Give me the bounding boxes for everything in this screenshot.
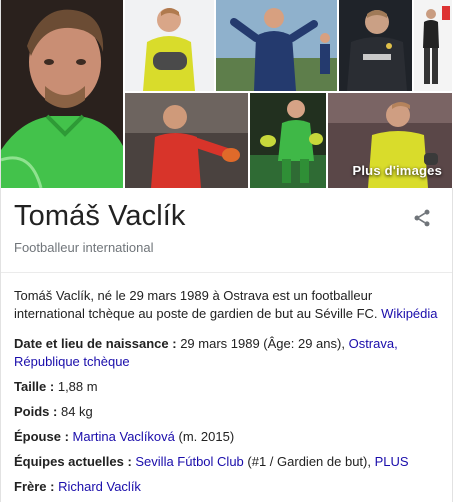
fact-teams: Équipes actuelles : Sevilla Fútbol Club …: [14, 454, 409, 469]
fact-value: (m. 2015): [178, 429, 235, 444]
fact-label: Poids: [14, 404, 50, 419]
description: Tomáš Vaclík, né le 29 mars 1989 à Ostra…: [14, 287, 444, 323]
panel-body: Tomáš Vaclík, né le 29 mars 1989 à Ostra…: [14, 287, 444, 502]
fact-value: 84 kg: [60, 404, 93, 419]
team-link[interactable]: Sevilla Fútbol Club: [135, 454, 243, 469]
page-title: Tomáš Vaclík: [14, 200, 186, 232]
brother-link[interactable]: Richard Vaclík: [58, 479, 141, 494]
fact-label: Frère: [14, 479, 47, 494]
gallery-image-4[interactable]: [414, 0, 452, 91]
fact-spouse: Épouse : Martina Vaclíková (m. 2015): [14, 429, 235, 444]
share-icon: [414, 209, 430, 227]
keeper-green-illustration: [125, 0, 214, 91]
fact-birth: Date et lieu de naissance : 29 mars 1989…: [14, 336, 398, 369]
keeper-black-kit-illustration: [339, 0, 412, 91]
gallery-image-1[interactable]: [125, 0, 214, 91]
gallery-image-2[interactable]: [216, 0, 337, 91]
fact-label: Date et lieu de naissance: [14, 336, 169, 351]
portrait-illustration: [1, 0, 123, 188]
birthplace-city-link[interactable]: Ostrava,: [349, 336, 398, 351]
fact-height: Taille : 1,88 m: [14, 379, 98, 394]
fact-weight: Poids : 84 kg: [14, 404, 93, 419]
keeper-celebrating-illustration: [216, 0, 337, 91]
gallery-image-3[interactable]: [339, 0, 412, 91]
spouse-link[interactable]: Martina Vaclíková: [73, 429, 175, 444]
fact-label: Épouse: [14, 429, 61, 444]
fact-label: Taille: [14, 379, 47, 394]
gallery-image-6[interactable]: [250, 93, 326, 188]
birthplace-country-link[interactable]: République tchèque: [14, 354, 130, 369]
fact-label: Équipes actuelles: [14, 454, 124, 469]
fact-value: 1,88 m: [57, 379, 98, 394]
image-collage: Plus d'images: [1, 0, 453, 188]
gallery-image-7[interactable]: Plus d'images: [328, 93, 452, 188]
more-images-link[interactable]: Plus d'images: [353, 163, 443, 178]
keeper-standing-illustration: [414, 0, 452, 91]
panel-header: Tomáš Vaclík Footballeur international: [1, 188, 452, 273]
subtitle: Footballeur international: [14, 240, 154, 255]
wikipedia-link[interactable]: Wikipédia: [381, 306, 437, 321]
knowledge-panel: Plus d'images Tomáš Vaclík Footballeur i…: [0, 0, 453, 502]
fact-value: (#1 / Gardien de but),: [247, 454, 371, 469]
keeper-red-kit-illustration: [125, 93, 248, 188]
more-teams-link[interactable]: PLUS: [375, 454, 409, 469]
fact-value: 29 mars 1989 (Âge: 29 ans),: [180, 336, 345, 351]
keeper-green-pitch-illustration: [250, 93, 326, 188]
gallery-image-5[interactable]: [125, 93, 248, 188]
share-button[interactable]: [410, 206, 434, 230]
main-portrait-image[interactable]: [1, 0, 123, 188]
description-text: Tomáš Vaclík, né le 29 mars 1989 à Ostra…: [14, 288, 378, 321]
fact-brother: Frère : Richard Vaclík: [14, 479, 141, 494]
